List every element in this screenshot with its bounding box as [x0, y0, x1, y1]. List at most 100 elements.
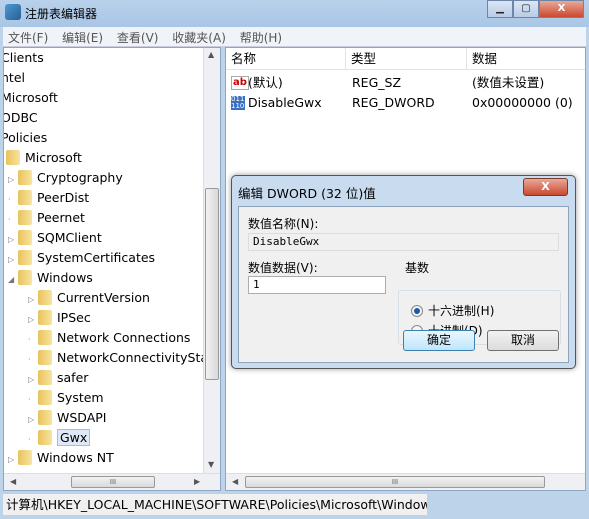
folder-icon [38, 290, 52, 305]
column-header-type[interactable]: 类型 [346, 48, 467, 70]
tree-horizontal-scrollbar[interactable]: ◀ III ▶ [4, 473, 220, 490]
minimize-button[interactable]: ▁ [487, 0, 513, 18]
tree-item-label: Clients [3, 50, 44, 65]
tree-item[interactable]: Clients [3, 48, 44, 68]
expand-arrow-icon[interactable]: ▷ [28, 370, 38, 390]
tree-item[interactable]: · Peernet [8, 208, 85, 228]
dialog-close-button[interactable]: X [523, 178, 568, 196]
title-bar: 注册表编辑器 ▁ ▢ X [0, 0, 589, 27]
maximize-button[interactable]: ▢ [513, 0, 539, 18]
scroll-thumb[interactable] [205, 188, 219, 380]
tree-item[interactable]: · PeerDist [8, 188, 89, 208]
menu-edit[interactable]: 编辑(E) [57, 27, 108, 48]
scroll-down-icon[interactable]: ▼ [208, 460, 214, 469]
expand-arrow-icon[interactable]: ▷ [28, 310, 38, 330]
column-header-data[interactable]: 数据 [467, 48, 585, 70]
tree-vertical-scrollbar[interactable]: ▲ ▼ [203, 48, 220, 474]
tree-item[interactable]: · System [28, 388, 104, 408]
tree-line: · [28, 355, 31, 364]
tree-item[interactable]: ▷ safer [28, 368, 88, 388]
folder-icon [18, 270, 32, 285]
scroll-left-icon[interactable]: ◀ [10, 477, 16, 486]
tree-item-label: IPSec [57, 310, 91, 325]
folder-icon [18, 250, 32, 265]
folder-icon [38, 410, 52, 425]
tree-line: · [28, 335, 31, 344]
tree-line: · [28, 395, 31, 404]
folder-icon [18, 190, 32, 205]
tree-item[interactable]: Microsoft [6, 148, 82, 168]
tree-item-label: Policies [3, 130, 48, 145]
tree-item[interactable]: ◢ Windows [8, 268, 93, 288]
close-button[interactable]: X [539, 0, 584, 18]
h-scroll-thumb[interactable]: III [71, 476, 155, 488]
menu-view[interactable]: 查看(V) [112, 27, 164, 48]
folder-icon [6, 150, 20, 165]
scroll-right-icon[interactable]: ▶ [194, 477, 200, 486]
expand-arrow-icon[interactable]: ▷ [28, 290, 38, 310]
tree-item-label: SystemCertificates [37, 250, 156, 265]
tree-item-label: Windows NT [37, 450, 114, 465]
scroll-left-icon[interactable]: ◀ [232, 477, 238, 486]
h-scroll-thumb[interactable]: III [245, 476, 545, 488]
tree-item[interactable]: ▷ WSDAPI [28, 408, 106, 428]
expand-arrow-icon[interactable]: ▷ [8, 170, 18, 190]
tree-item[interactable]: ntel [3, 68, 25, 88]
menu-favorites[interactable]: 收藏夹(A) [167, 27, 231, 48]
tree-line: · [8, 215, 11, 224]
ok-button[interactable]: 确定 [403, 330, 475, 351]
value-data-input[interactable]: 1 [248, 276, 386, 294]
folder-icon [38, 350, 52, 365]
folder-icon [38, 370, 52, 385]
expand-arrow-icon[interactable]: ▷ [8, 230, 18, 250]
tree-item-label: WSDAPI [57, 410, 107, 425]
base-group-label: 基数 [405, 261, 430, 275]
tree-item[interactable]: ▷ CurrentVersion [28, 288, 150, 308]
tree-line: · [8, 195, 11, 204]
tree-item-label: Cryptography [37, 170, 123, 185]
tree-item[interactable]: · Gwx [28, 428, 91, 448]
tree-item[interactable]: Policies [3, 128, 48, 148]
tree-item-label: CurrentVersion [57, 290, 150, 305]
tree-item[interactable]: ODBC [3, 108, 38, 128]
values-horizontal-scrollbar[interactable]: ◀ III [226, 473, 585, 490]
tree-item[interactable]: ▷ SystemCertificates [8, 248, 155, 268]
status-bar-path: 计算机\HKEY_LOCAL_MACHINE\SOFTWARE\Policies… [3, 493, 427, 515]
tree-item[interactable]: · NetworkConnectivityStat [28, 348, 213, 368]
tree-item-label: ODBC [3, 110, 38, 125]
tree-item[interactable]: ▷ SQMClient [8, 228, 102, 248]
menu-file[interactable]: 文件(F) [3, 27, 53, 48]
tree-item[interactable]: ▷ Cryptography [8, 168, 123, 188]
tree-item-label: PeerDist [37, 190, 90, 205]
folder-icon [18, 450, 32, 465]
collapse-arrow-icon[interactable]: ◢ [8, 270, 18, 290]
window-title: 注册表编辑器 [25, 7, 98, 21]
tree-item-label: Microsoft [25, 150, 82, 165]
folder-icon [38, 390, 52, 405]
regedit-icon [5, 4, 21, 20]
tree-item-label: ntel [3, 70, 25, 85]
expand-arrow-icon[interactable]: ▷ [8, 250, 18, 270]
radio-checked-icon [411, 304, 423, 317]
tree-line: · [28, 435, 31, 444]
tree-item[interactable]: Microsoft [3, 88, 58, 108]
menu-help[interactable]: 帮助(H) [235, 27, 287, 48]
radio-hexadecimal[interactable]: 十六进制(H) [411, 302, 494, 319]
folder-icon [18, 230, 32, 245]
column-header-name[interactable]: 名称 [226, 48, 346, 70]
tree-item-label: Microsoft [3, 90, 58, 105]
folder-icon [38, 430, 52, 445]
dialog-title: 编辑 DWORD (32 位)值 [238, 186, 376, 201]
tree-pane: Clients ntel Microsoft ODBC Policies Microsof… [3, 47, 221, 491]
cancel-button[interactable]: 取消 [487, 330, 559, 351]
folder-icon [38, 310, 52, 325]
tree-item[interactable]: · Network Connections [28, 328, 190, 348]
menu-bar: 文件(F) 编辑(E) 查看(V) 收藏夹(A) 帮助(H) [3, 27, 586, 47]
tree-item-label: NetworkConnectivityStat [57, 350, 213, 365]
folder-icon [18, 170, 32, 185]
scroll-up-icon[interactable]: ▲ [208, 50, 214, 59]
expand-arrow-icon[interactable]: ▷ [28, 410, 38, 430]
tree-item[interactable]: ▷ IPSec [28, 308, 91, 328]
expand-arrow-icon[interactable]: ▷ [8, 450, 18, 470]
tree-item[interactable]: ▷ Windows NT [8, 448, 114, 468]
